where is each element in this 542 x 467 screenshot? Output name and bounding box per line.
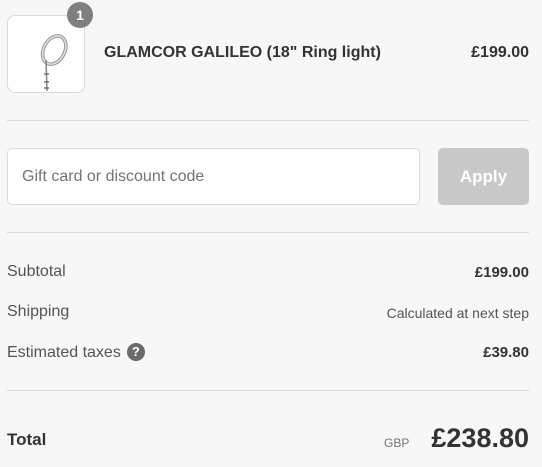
taxes-label-group: Estimated taxes? bbox=[7, 343, 145, 362]
total-label: Total bbox=[7, 430, 47, 449]
divider bbox=[7, 390, 529, 391]
total-amount: £238.80 bbox=[431, 423, 529, 453]
estimated-taxes-label: Estimated taxes bbox=[7, 344, 121, 361]
ring-light-icon bbox=[40, 34, 68, 92]
subtotal-label: Subtotal bbox=[7, 263, 66, 280]
discount-code-input[interactable] bbox=[7, 148, 420, 205]
shipping-row: Shipping Calculated at next step bbox=[7, 300, 529, 324]
divider bbox=[7, 120, 529, 121]
apply-button[interactable]: Apply bbox=[438, 148, 529, 205]
taxes-row: Estimated taxes? £39.80 bbox=[7, 340, 529, 364]
total-currency: GBP bbox=[384, 436, 410, 450]
shipping-value: Calculated at next step bbox=[386, 305, 529, 321]
product-name: GLAMCOR GALILEO (18" Ring light) bbox=[104, 44, 381, 61]
product-thumbnail bbox=[7, 15, 85, 93]
question-mark-icon[interactable]: ? bbox=[126, 343, 145, 361]
cart-line-item: 1 GLAMCOR GALILEO (18" Ring light) £199.… bbox=[7, 2, 529, 93]
quantity-badge: 1 bbox=[67, 2, 93, 28]
subtotal-row: Subtotal £199.00 bbox=[7, 260, 529, 284]
taxes-value: £39.80 bbox=[483, 344, 529, 361]
divider bbox=[7, 232, 529, 233]
product-price: £199.00 bbox=[471, 44, 529, 61]
shipping-label: Shipping bbox=[7, 303, 70, 320]
subtotal-value: £199.00 bbox=[474, 264, 529, 281]
